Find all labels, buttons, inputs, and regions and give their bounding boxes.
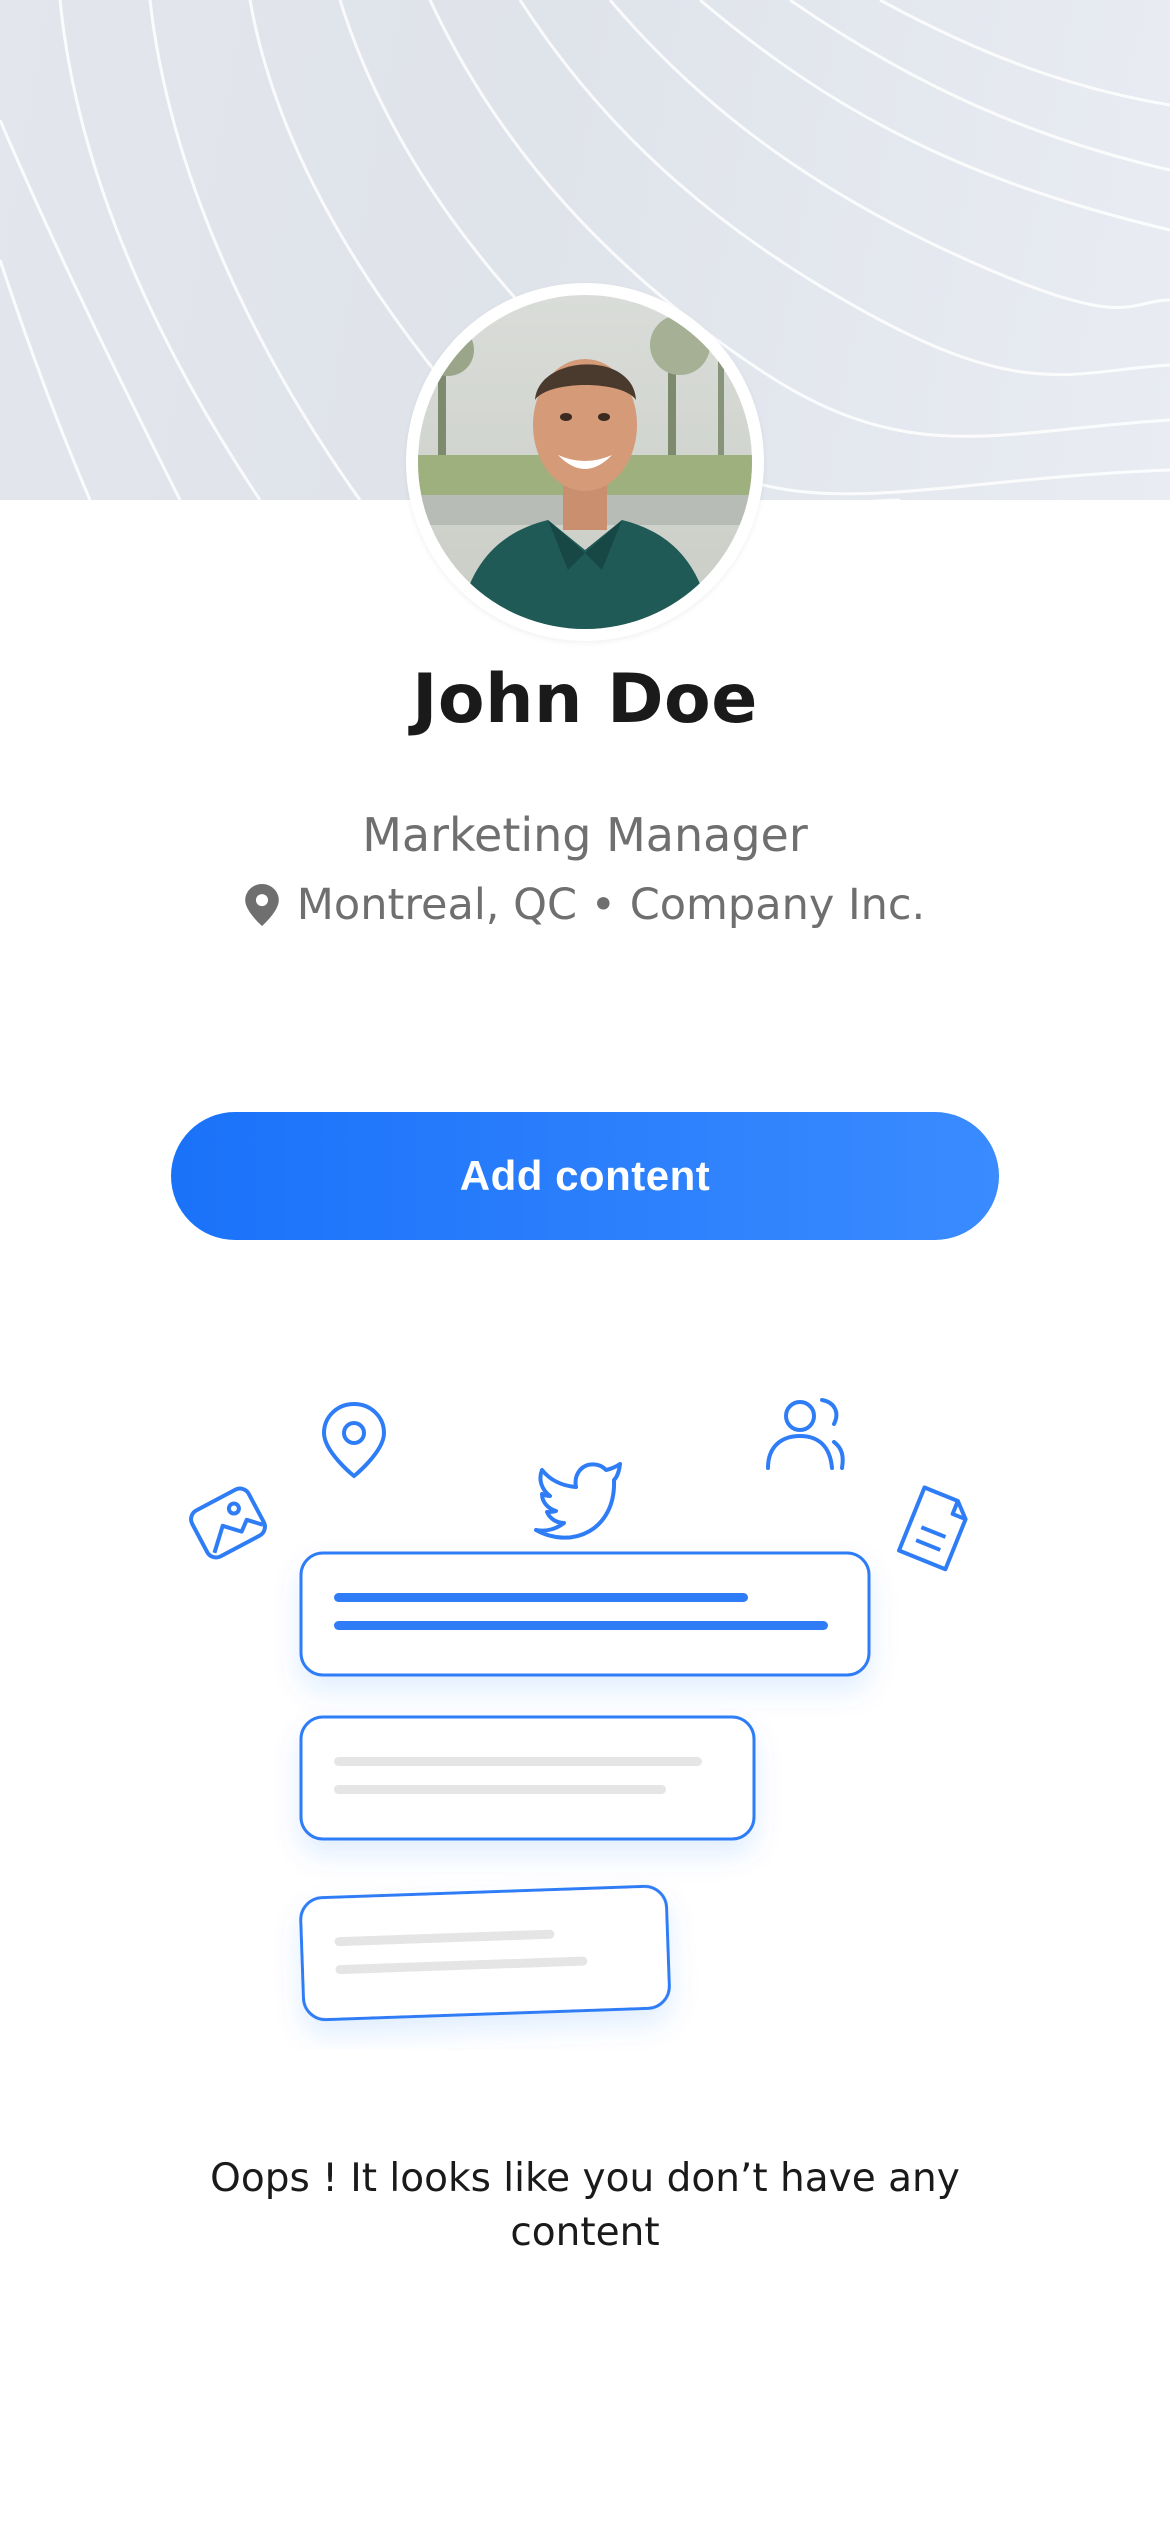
profile-location: Montreal, QC • Company Inc.: [296, 880, 926, 930]
location-pin-icon: [321, 1401, 387, 1479]
content-card-placeholder: [299, 1884, 671, 2022]
empty-state-illustration: [189, 1398, 968, 2022]
content-card-placeholder: [299, 1551, 871, 1677]
profile-job-title: Marketing Manager: [362, 808, 808, 862]
profile-photo: [418, 295, 752, 629]
empty-state-message: Oops ! It looks like you don’t have any …: [210, 2156, 960, 2255]
users-icon: [766, 1398, 845, 1470]
profile-name: John Doe: [412, 660, 758, 739]
add-content-button[interactable]: Add content: [171, 1112, 999, 1240]
document-icon: [897, 1485, 968, 1572]
twitter-bird-icon: [534, 1462, 622, 1540]
profile-location-row: Montreal, QC • Company Inc.: [0, 880, 1170, 930]
avatar[interactable]: [406, 283, 764, 641]
map-pin-icon: [244, 884, 279, 926]
image-icon: [189, 1486, 267, 1560]
content-card-placeholder: [299, 1715, 756, 1841]
